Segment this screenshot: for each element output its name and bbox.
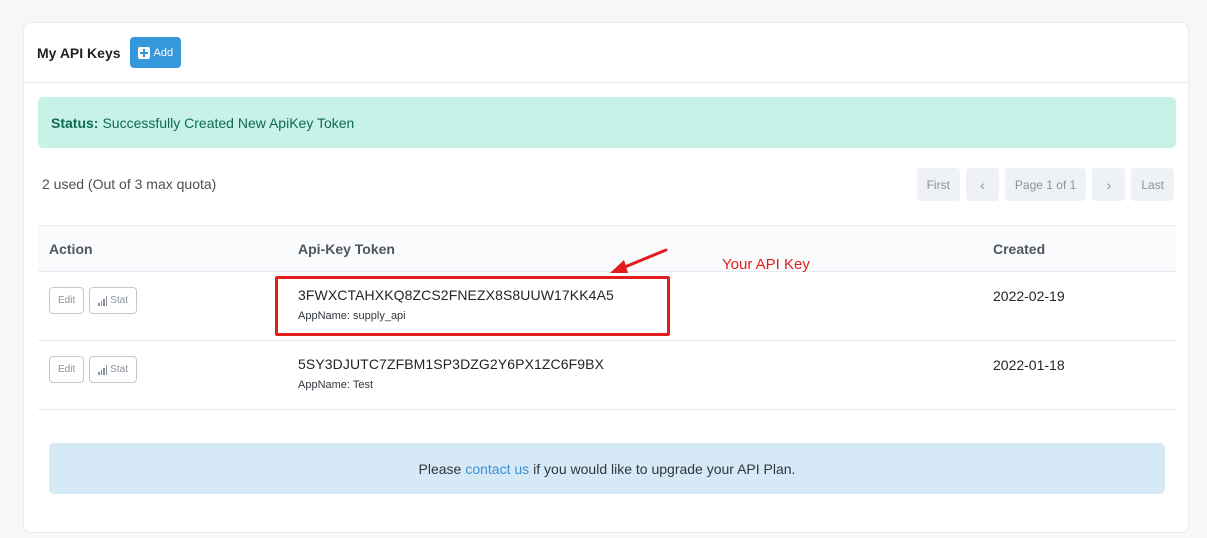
table-row: Edit Stat 5SY3DJUTC7ZFBM1SP3DZG2Y6PX1ZC6…: [38, 341, 1176, 410]
pagination-next-button[interactable]: ›: [1092, 168, 1126, 201]
app-name: AppName: Test: [298, 379, 374, 391]
signal-bars-icon: [98, 295, 108, 306]
pagination-last-button[interactable]: Last: [1131, 168, 1174, 201]
annotation-label: Your API Key: [722, 256, 810, 273]
api-key-token: 3FWXCTAHXKQ8ZCS2FNEZX8S8UUW17KK4A5: [298, 287, 614, 303]
card-header: My API Keys Add: [24, 23, 1188, 83]
pagination: First ‹ Page 1 of 1 › Last: [916, 168, 1174, 201]
stat-button[interactable]: Stat: [89, 287, 138, 314]
chevron-left-icon: ‹: [980, 176, 985, 193]
status-message: Successfully Created New ApiKey Token: [102, 114, 355, 131]
column-header-created: Created: [993, 240, 1046, 257]
pagination-first-button[interactable]: First: [916, 168, 960, 201]
status-label: Status:: [51, 114, 99, 131]
pagination-page-indicator: Page 1 of 1: [1004, 168, 1087, 201]
pagination-prev-button[interactable]: ‹: [965, 168, 999, 201]
created-date: 2022-01-18: [993, 357, 1065, 373]
info-text-after: if you would like to upgrade your API Pl…: [533, 460, 796, 477]
stat-button-label: Stat: [110, 364, 129, 375]
row-actions: Edit Stat: [38, 341, 287, 383]
api-key-token: 5SY3DJUTC7ZFBM1SP3DZG2Y6PX1ZC6F9BX: [298, 356, 605, 372]
status-alert: Status: Successfully Created New ApiKey …: [38, 97, 1176, 148]
info-text-before: Please: [418, 460, 462, 477]
plus-square-icon: [137, 46, 150, 59]
row-token: 5SY3DJUTC7ZFBM1SP3DZG2Y6PX1ZC6F9BX AppNa…: [287, 341, 982, 391]
signal-bars-icon: [98, 364, 108, 375]
edit-button[interactable]: Edit: [49, 356, 85, 383]
quota-text: 2 used (Out of 3 max quota): [42, 176, 217, 192]
stat-button[interactable]: Stat: [89, 356, 138, 383]
column-header-action: Action: [49, 240, 93, 257]
created-date: 2022-02-19: [993, 288, 1065, 304]
chevron-right-icon: ›: [1106, 176, 1112, 193]
row-actions: Edit Stat: [38, 272, 287, 314]
add-api-key-button[interactable]: Add: [129, 37, 182, 68]
contact-us-link[interactable]: contact us: [465, 461, 529, 477]
annotation-arrow-icon: [610, 248, 668, 273]
stat-button-label: Stat: [110, 295, 129, 306]
upgrade-info-alert: Please contact us if you would like to u…: [49, 443, 1165, 494]
add-button-label: Add: [153, 46, 174, 59]
table-row: Edit Stat 3FWXCTAHXKQ8ZCS2FNEZX8S8UUW17K…: [38, 272, 1176, 341]
edit-button[interactable]: Edit: [49, 287, 85, 314]
page-title: My API Keys: [37, 44, 121, 61]
app-name: AppName: supply_api: [298, 310, 406, 322]
